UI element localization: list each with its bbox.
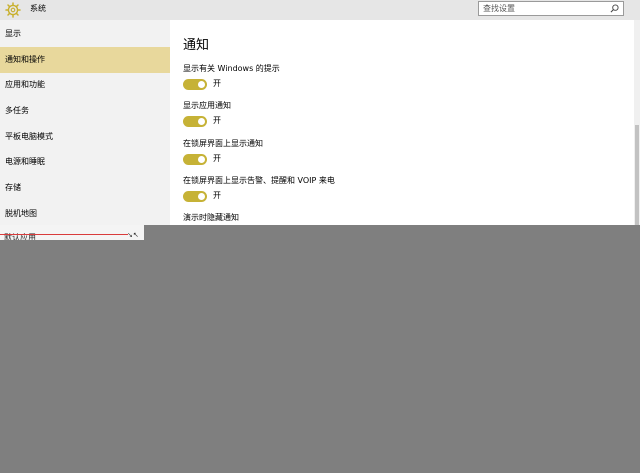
setting-label-lockscreen-notifications: 在锁屏界面上显示通知 bbox=[183, 139, 263, 148]
sidebar-item-label: 通知和操作 bbox=[5, 55, 45, 64]
sidebar-item-power-sleep[interactable]: 电源和睡眠 bbox=[0, 149, 170, 175]
toggle-state-label: 开 bbox=[213, 116, 221, 125]
toggle-app-notifications[interactable] bbox=[183, 116, 207, 127]
toggle-knob bbox=[198, 193, 205, 200]
sidebar-item-label: 显示 bbox=[5, 29, 21, 38]
toggle-lockscreen-notifications[interactable] bbox=[183, 154, 207, 165]
sidebar-item-multitasking[interactable]: 多任务 bbox=[0, 98, 170, 124]
sidebar-item-storage[interactable]: 存储 bbox=[0, 175, 170, 201]
toggle-state-label: 开 bbox=[213, 154, 221, 163]
search-box[interactable]: 查找设置 bbox=[478, 1, 624, 16]
setting-label-windows-tips: 显示有关 Windows 的提示 bbox=[183, 64, 280, 73]
title-bar: 系统 查找设置 bbox=[0, 0, 640, 20]
setting-label-app-notifications: 显示应用通知 bbox=[183, 101, 231, 110]
sidebar-item-label: 脱机地图 bbox=[5, 209, 37, 218]
scrollbar-thumb[interactable] bbox=[635, 125, 639, 225]
notifications-panel: 通知 显示有关 Windows 的提示 开 显示应用通知 开 在锁屏界面上显示通… bbox=[170, 20, 634, 225]
page-title: 通知 bbox=[183, 38, 210, 53]
red-divider bbox=[0, 234, 128, 235]
toggle-knob bbox=[198, 156, 205, 163]
sidebar-item-tablet-mode[interactable]: 平板电脑模式 bbox=[0, 124, 170, 150]
sidebar-item-label: 应用和功能 bbox=[5, 80, 45, 89]
toggle-knob bbox=[198, 118, 205, 125]
gray-overlay bbox=[0, 225, 640, 473]
sidebar-item-label: 多任务 bbox=[5, 106, 29, 115]
resize-arrows-icon: ↘↖ bbox=[127, 231, 139, 239]
window-title: 系统 bbox=[30, 4, 46, 13]
sidebar-item-offline-maps[interactable]: 脱机地图 bbox=[0, 201, 170, 225]
settings-window: 系统 查找设置 显示 通知和操作 应用和功能 多任务 平板电脑模式 电源和睡眠 bbox=[0, 0, 640, 225]
sidebar-item-display[interactable]: 显示 bbox=[0, 21, 170, 47]
toggle-lockscreen-alarms[interactable] bbox=[183, 191, 207, 202]
sidebar: 显示 通知和操作 应用和功能 多任务 平板电脑模式 电源和睡眠 存储 脱机地图 bbox=[0, 20, 170, 225]
setting-label-hide-when-presenting: 演示时隐藏通知 bbox=[183, 213, 239, 222]
toggle-state-label: 开 bbox=[213, 191, 221, 200]
search-icon[interactable] bbox=[610, 4, 619, 13]
sidebar-item-notifications[interactable]: 通知和操作 bbox=[0, 47, 170, 73]
scrollbar[interactable] bbox=[634, 20, 640, 225]
toggle-state-label: 开 bbox=[213, 79, 221, 88]
toggle-knob bbox=[198, 81, 205, 88]
sidebar-item-label: 存储 bbox=[5, 183, 21, 192]
sidebar-item-apps[interactable]: 应用和功能 bbox=[0, 72, 170, 98]
sidebar-item-label: 平板电脑模式 bbox=[5, 132, 53, 141]
gear-icon bbox=[5, 2, 21, 18]
sidebar-item-label: 电源和睡眠 bbox=[5, 157, 45, 166]
setting-label-lockscreen-alarms: 在锁屏界面上显示告警、提醒和 VOIP 来电 bbox=[183, 176, 335, 185]
search-placeholder: 查找设置 bbox=[483, 4, 515, 13]
toggle-windows-tips[interactable] bbox=[183, 79, 207, 90]
sidebar-fragment: 默认应用 ↘↖ bbox=[0, 225, 144, 240]
